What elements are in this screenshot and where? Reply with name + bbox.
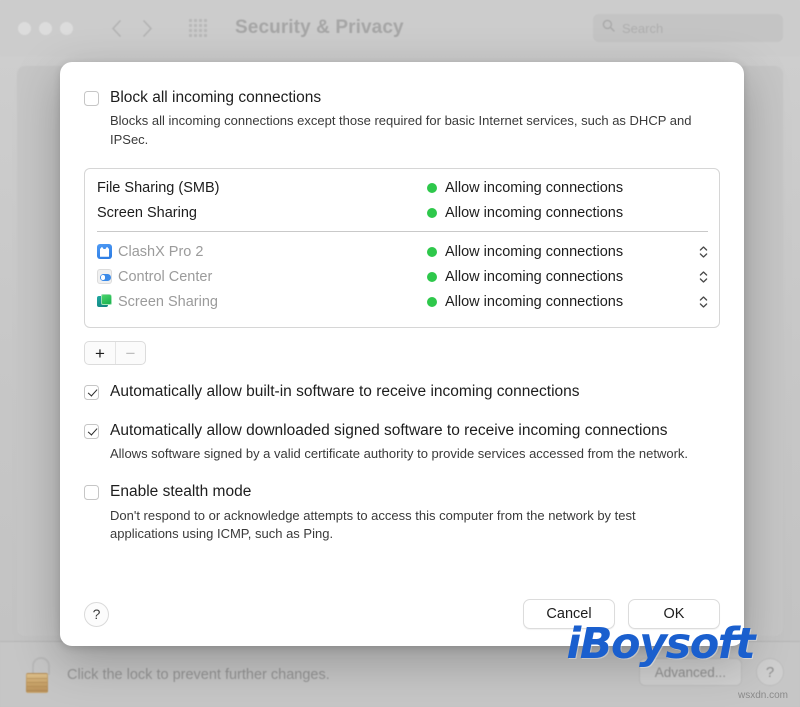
allow-signed-checkbox[interactable] [84, 423, 99, 439]
firewall-options-sheet: Block all incoming connections Blocks al… [60, 62, 744, 646]
preferences-bottom-bar: Click the lock to prevent further change… [0, 641, 800, 707]
help-button[interactable]: ? [756, 658, 784, 686]
list-item-status: Allow incoming connections [427, 180, 623, 196]
status-dot-allow-icon [427, 207, 437, 218]
sheet-footer: ? Cancel OK [60, 582, 744, 646]
cancel-button[interactable]: Cancel [523, 599, 615, 629]
allow-builtin-checkbox[interactable] [84, 385, 99, 401]
advanced-button[interactable]: Advanced... [638, 658, 742, 686]
list-item-status: Allow incoming connections [427, 294, 623, 310]
list-item-status-label: Allow incoming connections [445, 293, 624, 310]
allow-signed-block: Automatically allow downloaded signed so… [84, 421, 720, 464]
window-titlebar: Security & Privacy Search [0, 0, 800, 56]
close-button[interactable] [18, 21, 31, 35]
list-item-name-wrap: Control Center [97, 269, 427, 285]
forward-chevron-icon[interactable] [142, 19, 153, 38]
allow-builtin-label: Automatically allow built-in software to… [110, 383, 580, 401]
clashx-pro-app-icon [97, 244, 112, 260]
sheet-help-button[interactable]: ? [84, 601, 109, 627]
list-item-name-wrap: Screen Sharing [97, 294, 427, 310]
list-divider [97, 231, 708, 233]
list-item-status-label: Allow incoming connections [445, 268, 624, 285]
list-item-name: Control Center [118, 268, 213, 285]
block-all-incoming-label: Block all incoming connections [110, 89, 322, 106]
allow-signed-row[interactable]: Automatically allow downloaded signed so… [84, 421, 720, 440]
screen-sharing-app-icon [97, 294, 112, 309]
list-item-name: ClashX Pro 2 [118, 243, 204, 260]
status-dot-allow-icon [427, 296, 437, 307]
page-title: Security & Privacy [235, 17, 404, 38]
minimize-button[interactable] [39, 21, 52, 35]
list-item[interactable]: Screen Sharing Allow incoming connection… [85, 289, 719, 314]
stealth-mode-label: Enable stealth mode [110, 483, 252, 501]
status-dot-allow-icon [427, 246, 437, 257]
status-dot-allow-icon [427, 271, 437, 282]
list-item[interactable]: ClashX Pro 2 Allow incoming connections [85, 239, 719, 264]
list-item-name: Screen Sharing [118, 293, 218, 310]
list-item-status: Allow incoming connections [427, 244, 623, 260]
allow-builtin-block: Automatically allow built-in software to… [84, 382, 720, 401]
list-item[interactable]: File Sharing (SMB) Allow incoming connec… [85, 175, 719, 200]
list-item-name-wrap: ClashX Pro 2 [97, 244, 427, 260]
search-icon [602, 19, 615, 37]
list-item-status-label: Allow incoming connections [445, 204, 624, 221]
back-chevron-icon[interactable] [111, 19, 122, 38]
list-item-status-label: Allow incoming connections [445, 179, 624, 196]
watermark-site: wsxdn.com [737, 690, 788, 701]
screen: Security & Privacy Search Click the lock… [0, 0, 800, 707]
lock-hint-text: Click the lock to prevent further change… [67, 666, 330, 683]
list-item-status: Allow incoming connections [427, 205, 623, 221]
remove-app-button[interactable]: − [115, 342, 145, 365]
list-item-stepper[interactable] [698, 271, 708, 283]
ok-button[interactable]: OK [628, 599, 720, 629]
block-all-incoming-description: Blocks all incoming connections except t… [110, 113, 692, 147]
zoom-button[interactable] [60, 21, 73, 35]
allow-signed-label: Automatically allow downloaded signed so… [110, 421, 668, 439]
list-item-stepper[interactable] [698, 296, 708, 308]
list-item-stepper[interactable] [698, 246, 708, 258]
control-center-app-icon [97, 269, 112, 285]
list-item-status: Allow incoming connections [427, 269, 623, 285]
stealth-mode-row[interactable]: Enable stealth mode [84, 482, 720, 501]
search-placeholder: Search [622, 20, 664, 36]
unlocked-padlock-icon[interactable] [24, 656, 54, 693]
allow-signed-description: Allows software signed by a valid certif… [110, 446, 689, 462]
list-item-name: Screen Sharing [97, 204, 197, 221]
list-item[interactable]: Screen Sharing Allow incoming connection… [85, 200, 719, 225]
allow-builtin-row[interactable]: Automatically allow built-in software to… [84, 382, 720, 401]
window-controls[interactable] [18, 21, 73, 35]
stealth-mode-block: Enable stealth mode Don't respond to or … [84, 482, 720, 543]
list-item-name: File Sharing (SMB) [97, 179, 220, 196]
list-item-status-label: Allow incoming connections [445, 243, 624, 260]
search-input[interactable]: Search [593, 14, 783, 42]
block-all-incoming-row[interactable]: Block all incoming connections [84, 88, 720, 107]
list-item[interactable]: Control Center Allow incoming connection… [85, 264, 719, 289]
stealth-mode-checkbox[interactable] [84, 485, 99, 501]
add-app-button[interactable]: + [85, 342, 115, 364]
add-remove-button-group[interactable]: + − [84, 341, 146, 366]
block-all-incoming-checkbox[interactable] [84, 91, 99, 106]
stealth-mode-description: Don't respond to or acknowledge attempts… [110, 507, 636, 542]
firewall-app-list[interactable]: File Sharing (SMB) Allow incoming connec… [84, 168, 720, 329]
status-dot-allow-icon [427, 182, 437, 193]
navigation-arrows[interactable] [111, 19, 153, 38]
show-all-grid-icon[interactable] [189, 19, 207, 37]
